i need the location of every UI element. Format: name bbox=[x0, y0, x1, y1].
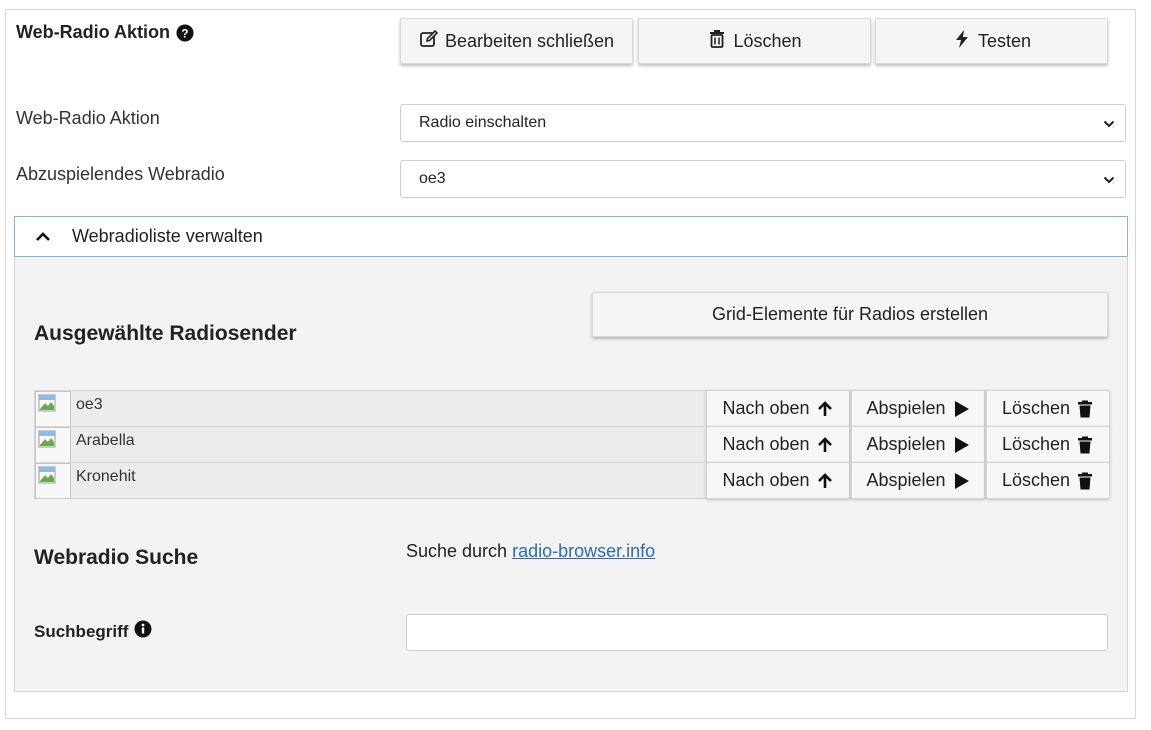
trash-icon bbox=[1078, 472, 1093, 489]
edit-close-button[interactable]: Bearbeiten schließen bbox=[400, 18, 633, 64]
action-select-value: Radio einschalten bbox=[419, 114, 547, 131]
bolt-icon bbox=[952, 29, 972, 54]
remove-station-button[interactable]: Löschen bbox=[986, 390, 1110, 427]
question-circle-icon[interactable]: ? bbox=[176, 23, 194, 42]
play-label: Abspielen bbox=[866, 434, 946, 454]
remove-station-button[interactable]: Löschen bbox=[986, 462, 1110, 499]
move-up-label: Nach oben bbox=[722, 398, 810, 418]
chevron-up-icon bbox=[36, 231, 50, 241]
selected-heading: Ausgewählte Radiosender bbox=[34, 322, 297, 345]
delete-label: Löschen bbox=[733, 30, 802, 51]
station-image bbox=[35, 427, 71, 463]
broken-image-icon bbox=[38, 430, 56, 448]
play-label: Abspielen bbox=[866, 398, 946, 418]
play-icon bbox=[954, 400, 969, 417]
move-up-button[interactable]: Nach oben bbox=[706, 462, 850, 499]
page-title: Web-Radio Aktion ? bbox=[16, 22, 194, 43]
move-up-label: Nach oben bbox=[722, 434, 810, 454]
trash-icon bbox=[1078, 400, 1093, 417]
arrow-up-icon bbox=[817, 400, 832, 416]
search-input[interactable] bbox=[406, 614, 1108, 651]
svg-text:?: ? bbox=[181, 27, 188, 40]
broken-image-icon bbox=[38, 466, 56, 484]
station-name: Arabella bbox=[76, 432, 135, 449]
edit-icon bbox=[419, 29, 439, 54]
trash-icon bbox=[1078, 436, 1093, 453]
search-source-text: Suche durch bbox=[406, 541, 508, 561]
test-button[interactable]: Testen bbox=[875, 18, 1108, 64]
remove-station-button[interactable]: Löschen bbox=[986, 426, 1110, 463]
search-heading: Webradio Suche bbox=[34, 546, 199, 569]
accordion-body: Ausgewählte Radiosender Grid-Elemente fü… bbox=[14, 257, 1128, 692]
accordion-title: Webradioliste verwalten bbox=[72, 226, 263, 246]
chevron-down-icon bbox=[1103, 120, 1115, 128]
station-name: oe3 bbox=[76, 396, 103, 413]
chevron-down-icon bbox=[1103, 176, 1115, 184]
station-select[interactable]: oe3 bbox=[400, 160, 1126, 198]
search-term-label-group: Suchbegriff bbox=[34, 620, 152, 643]
remove-station-label: Löschen bbox=[1001, 398, 1071, 418]
title-text: Web-Radio Aktion bbox=[16, 22, 170, 42]
action-select[interactable]: Radio einschalten bbox=[400, 104, 1126, 142]
arrow-up-icon bbox=[817, 472, 832, 488]
search-term-label: Suchbegriff bbox=[34, 621, 129, 641]
remove-station-label: Löschen bbox=[1001, 470, 1071, 490]
station-select-value: oe3 bbox=[419, 170, 446, 187]
radio-browser-link[interactable]: radio-browser.info bbox=[512, 541, 655, 561]
action-label: Web-Radio Aktion bbox=[16, 108, 160, 128]
info-circle-icon[interactable] bbox=[134, 620, 152, 643]
action-card: Web-Radio Aktion ? Bearbeiten schließen … bbox=[5, 9, 1136, 719]
play-button[interactable]: Abspielen bbox=[851, 390, 985, 427]
station-name: Kronehit bbox=[76, 468, 136, 485]
edit-close-label: Bearbeiten schließen bbox=[444, 30, 615, 51]
move-up-button[interactable]: Nach oben bbox=[706, 426, 850, 463]
broken-image-icon bbox=[38, 394, 56, 412]
station-row: oe3 Nach oben Abspielen Löschen bbox=[34, 390, 1110, 427]
move-up-button[interactable]: Nach oben bbox=[706, 390, 850, 427]
play-label: Abspielen bbox=[866, 470, 946, 490]
play-icon bbox=[954, 436, 969, 453]
arrow-up-icon bbox=[817, 436, 832, 452]
station-row: Arabella Nach oben Abspielen Löschen bbox=[34, 426, 1110, 463]
search-source: Suche durch radio-browser.info bbox=[406, 541, 655, 562]
trash-icon bbox=[707, 29, 727, 54]
play-button[interactable]: Abspielen bbox=[851, 426, 985, 463]
station-row: Kronehit Nach oben Abspielen Löschen bbox=[34, 462, 1110, 499]
station-image bbox=[35, 391, 71, 427]
delete-button[interactable]: Löschen bbox=[638, 18, 871, 64]
accordion-header[interactable]: Webradioliste verwalten bbox=[14, 216, 1128, 257]
play-button[interactable]: Abspielen bbox=[851, 462, 985, 499]
station-label: Abzuspielendes Webradio bbox=[16, 164, 225, 184]
station-image bbox=[35, 463, 71, 499]
move-up-label: Nach oben bbox=[722, 470, 810, 490]
grid-elements-label: Grid-Elemente für Radios erstellen bbox=[711, 304, 989, 324]
grid-elements-button[interactable]: Grid-Elemente für Radios erstellen bbox=[592, 292, 1108, 337]
play-icon bbox=[954, 472, 969, 489]
remove-station-label: Löschen bbox=[1001, 434, 1071, 454]
test-label: Testen bbox=[977, 30, 1032, 51]
